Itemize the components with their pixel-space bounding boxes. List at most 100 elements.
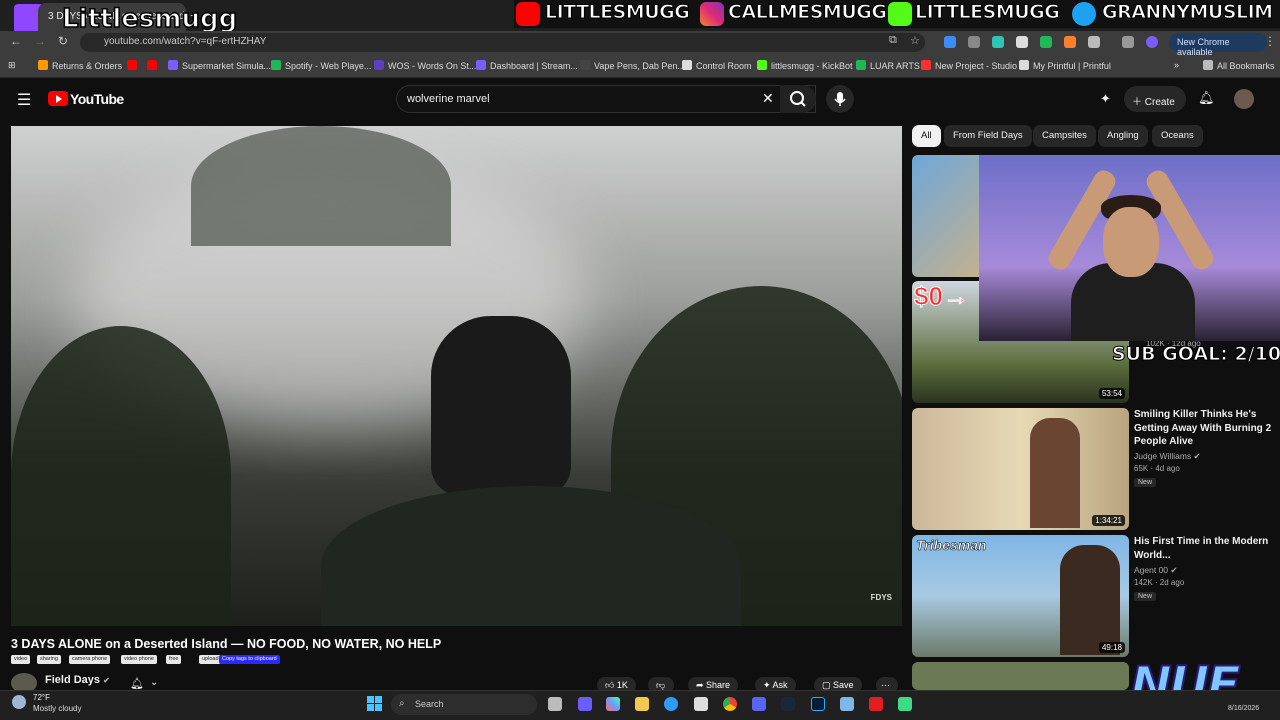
- bookmark-item[interactable]: Spotify - Web Playe...: [271, 60, 371, 71]
- microphone-icon: [834, 92, 846, 106]
- app-icon[interactable]: [869, 697, 883, 711]
- extension-icon[interactable]: [1016, 36, 1028, 48]
- discord-icon[interactable]: [752, 697, 766, 711]
- copy-tags-button[interactable]: Copy tags to clipboard: [219, 655, 280, 664]
- photoshop-icon[interactable]: [811, 697, 825, 711]
- palm-foliage: [11, 326, 231, 626]
- account-avatar[interactable]: [1234, 89, 1254, 109]
- forward-icon[interactable]: →: [34, 34, 46, 48]
- bookmark-item[interactable]: My Printful | Printful: [1019, 60, 1111, 71]
- verified-icon: ✔: [103, 676, 110, 685]
- new-badge: New: [1134, 478, 1157, 487]
- notifications-bell-icon[interactable]: 🔔︎: [1198, 90, 1215, 106]
- video-tag[interactable]: camera phone: [69, 655, 111, 664]
- recommendation-title[interactable]: Smiling Killer Thinks He's Getting Away …: [1134, 408, 1274, 449]
- filter-chip[interactable]: Campsites: [1033, 125, 1096, 147]
- task-view-icon[interactable]: [548, 697, 562, 711]
- filter-chip[interactable]: Angling: [1098, 125, 1148, 147]
- extension-icon[interactable]: [1040, 36, 1052, 48]
- youtube-bookmark-icon[interactable]: [127, 60, 141, 71]
- subscribe-bell-icon[interactable]: 🔔︎: [130, 677, 144, 690]
- clear-search-icon[interactable]: ✕: [762, 90, 774, 107]
- video-title: 3 DAYS ALONE on a Deserted Island — NO F…: [11, 637, 442, 651]
- recommendation-meta: 142K · 2d ago: [1134, 578, 1185, 587]
- thumbnail-person: [1060, 545, 1120, 655]
- file-explorer-icon[interactable]: [635, 697, 649, 711]
- recommendation-channel[interactable]: Judge Williams ✔: [1134, 451, 1201, 462]
- all-bookmarks-folder[interactable]: All Bookmarks: [1203, 60, 1275, 71]
- reload-icon[interactable]: ↻: [58, 34, 68, 48]
- video-tag[interactable]: free: [166, 655, 182, 664]
- video-tag[interactable]: video: [11, 655, 31, 664]
- search-input[interactable]: wolverine marvel: [396, 85, 816, 113]
- youtube-logo-icon[interactable]: [48, 91, 68, 106]
- store-icon[interactable]: [694, 697, 708, 711]
- bookmarks-overflow-icon[interactable]: »: [1174, 60, 1179, 70]
- install-app-icon[interactable]: ⧉: [889, 34, 897, 47]
- recommendation-channel[interactable]: Agent 00 ✔: [1134, 565, 1178, 576]
- taskbar-date[interactable]: 8/16/2026: [1228, 705, 1259, 712]
- notepad-icon[interactable]: [840, 697, 854, 711]
- copilot-icon[interactable]: [606, 697, 620, 711]
- address-bar[interactable]: youtube.com/watch?v=qF-ertHZHAY: [80, 33, 925, 52]
- extensions-puzzle-icon[interactable]: [1088, 36, 1100, 48]
- windows-start-icon[interactable]: [367, 696, 383, 712]
- extension-icon[interactable]: [944, 36, 956, 48]
- youtube-logo-text[interactable]: YouTube: [70, 91, 124, 107]
- bookmark-item[interactable]: Returns & Orders: [38, 60, 122, 71]
- verified-icon: ✔: [1193, 451, 1201, 461]
- voice-search-button[interactable]: [826, 85, 854, 113]
- filter-chip[interactable]: Oceans: [1152, 125, 1203, 147]
- taskbar-search[interactable]: ⌕ Search: [391, 694, 537, 715]
- weather-temperature[interactable]: 72°F: [33, 693, 50, 702]
- recommendation-thumbnail[interactable]: Tribesman 49:18: [912, 535, 1129, 657]
- chrome-menu-icon[interactable]: ⋮: [1264, 34, 1276, 48]
- recommendation-title[interactable]: His First Time in the Modern World...: [1134, 535, 1274, 562]
- channel-name[interactable]: Field Days ✔: [45, 674, 110, 686]
- recommendation-thumbnail[interactable]: [912, 662, 1129, 690]
- bookmark-star-icon[interactable]: ☆: [910, 34, 920, 47]
- back-icon[interactable]: ←: [10, 34, 22, 48]
- apps-grid-icon[interactable]: ⊞: [8, 60, 16, 71]
- bookmark-item[interactable]: LUAR ARTS: [856, 60, 920, 71]
- chevron-down-icon[interactable]: ⌄: [150, 677, 158, 688]
- bookmark-item[interactable]: New Project - Studio: [921, 60, 1017, 71]
- bookmark-item[interactable]: Dashboard | Stream...: [476, 60, 578, 71]
- new-chrome-available-button[interactable]: New Chrome available: [1169, 33, 1267, 57]
- extension-icon[interactable]: [968, 36, 980, 48]
- profile-icon[interactable]: [1146, 36, 1158, 48]
- steam-icon[interactable]: [781, 697, 795, 711]
- video-tag[interactable]: video phone: [121, 655, 157, 664]
- video-player[interactable]: FDYS: [11, 126, 902, 626]
- palm-foliage: [191, 126, 451, 246]
- search-button[interactable]: [780, 85, 816, 113]
- sub-goal-overlay: SUB GOAL: 2/10: [1111, 343, 1280, 366]
- filter-chip[interactable]: All: [912, 125, 941, 147]
- teams-icon[interactable]: [578, 697, 592, 711]
- bookmark-favicon-icon: [476, 60, 486, 70]
- save-icon: ▢: [822, 680, 834, 690]
- app-icon[interactable]: [898, 697, 912, 711]
- extension-icon[interactable]: [992, 36, 1004, 48]
- thumbs-up-icon: 👍︎: [605, 680, 617, 690]
- weather-description[interactable]: Mostly cloudy: [33, 704, 81, 713]
- menu-hamburger-icon[interactable]: ☰: [17, 90, 31, 110]
- chrome-icon[interactable]: [723, 697, 737, 711]
- create-button[interactable]: ＋ Create: [1124, 86, 1186, 112]
- bookmark-item[interactable]: Supermarket Simula...: [168, 60, 271, 71]
- plus-icon: ＋: [1132, 97, 1145, 108]
- filter-chip[interactable]: From Field Days: [944, 125, 1032, 147]
- bookmark-item[interactable]: littlesmugg - KickBot: [757, 60, 853, 71]
- video-tag[interactable]: sharing: [37, 655, 62, 664]
- youtube-bookmark-icon[interactable]: [147, 60, 161, 71]
- cast-icon[interactable]: ✦: [1100, 91, 1111, 107]
- bookmark-item[interactable]: Control Room: [682, 60, 752, 71]
- bookmark-item[interactable]: Vape Pens, Dab Pen...: [580, 60, 685, 71]
- extension-icon[interactable]: [1064, 36, 1076, 48]
- weather-cloud-icon[interactable]: [12, 695, 26, 709]
- recommendation-thumbnail[interactable]: 1:34:21: [912, 408, 1129, 530]
- edge-icon[interactable]: [664, 697, 678, 711]
- bookmark-item[interactable]: WOS - Words On St...: [374, 60, 476, 71]
- reading-list-icon[interactable]: [1122, 36, 1134, 48]
- social-twitter-handle: GRANNYMUSLIM: [1102, 1, 1274, 24]
